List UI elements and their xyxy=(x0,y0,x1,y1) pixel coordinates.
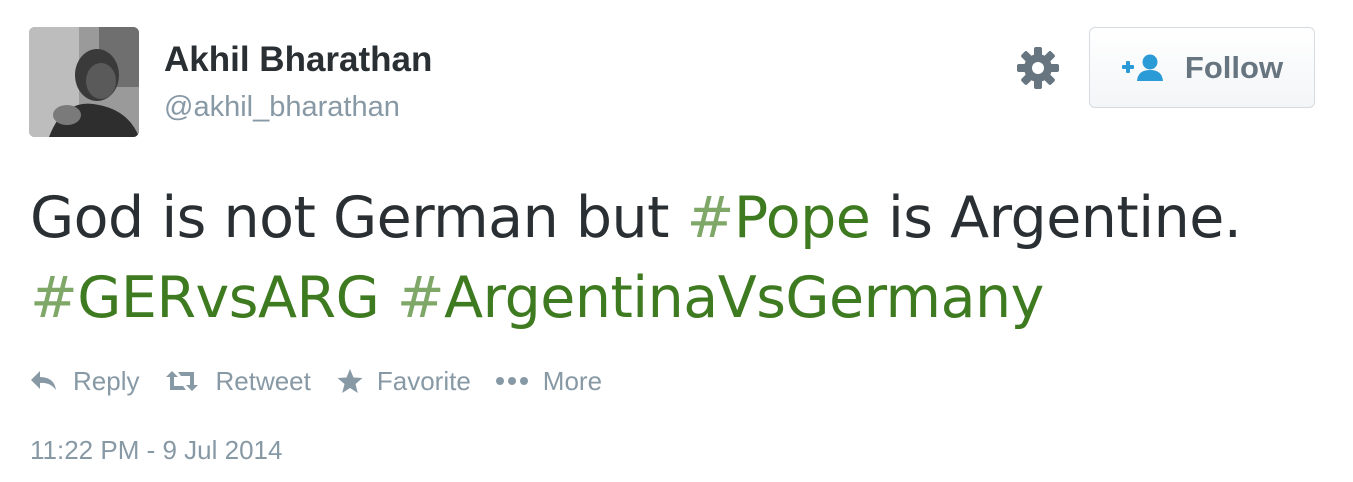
more-dots-icon xyxy=(495,377,528,385)
hashtag-symbol: # xyxy=(686,185,735,251)
tweet-text-part: God is not German but xyxy=(30,185,687,251)
retweet-label: Retweet xyxy=(215,365,311,396)
add-user-icon xyxy=(1121,54,1163,81)
tweet-timestamp[interactable]: 11:22 PM - 9 Jul 2014 xyxy=(30,435,282,466)
gear-icon[interactable] xyxy=(1015,45,1061,91)
tweet-actions: Reply Retweet Favorite More xyxy=(30,363,602,399)
reply-icon xyxy=(31,371,56,390)
star-icon xyxy=(337,369,363,393)
hashtag-label: GERvsARG xyxy=(77,265,380,331)
tweet-text: God is not German but #Pope is Argentine… xyxy=(30,178,1330,338)
favorite-label: Favorite xyxy=(376,365,471,396)
reply-button[interactable]: Reply xyxy=(30,366,139,397)
avatar-photo xyxy=(29,27,139,137)
tweet-text-part: is Argentine. xyxy=(870,185,1242,251)
hashtag-label: Pope xyxy=(733,185,871,251)
avatar[interactable] xyxy=(29,27,139,137)
more-button[interactable]: More xyxy=(495,366,602,397)
hashtag-pope[interactable]: #Pope xyxy=(687,185,871,251)
hashtag-symbol: # xyxy=(30,265,78,331)
hashtag-symbol: # xyxy=(396,265,445,331)
follow-button[interactable]: Follow xyxy=(1089,27,1315,108)
retweet-icon xyxy=(166,371,199,391)
reply-label: Reply xyxy=(73,365,140,396)
favorite-button[interactable]: Favorite xyxy=(337,366,471,397)
hashtag-gervsarg[interactable]: #GERvsARG xyxy=(30,265,380,331)
hashtag-argentinavsgermany[interactable]: #ArgentinaVsGermany xyxy=(397,265,1044,331)
retweet-button[interactable]: Retweet xyxy=(165,365,311,397)
user-handle[interactable]: @akhil_bharathan xyxy=(164,91,400,124)
more-label: More xyxy=(542,365,603,396)
display-name[interactable]: Akhil Bharathan xyxy=(164,40,432,80)
hashtag-label: ArgentinaVsGermany xyxy=(444,265,1044,331)
follow-label: Follow xyxy=(1184,49,1284,85)
